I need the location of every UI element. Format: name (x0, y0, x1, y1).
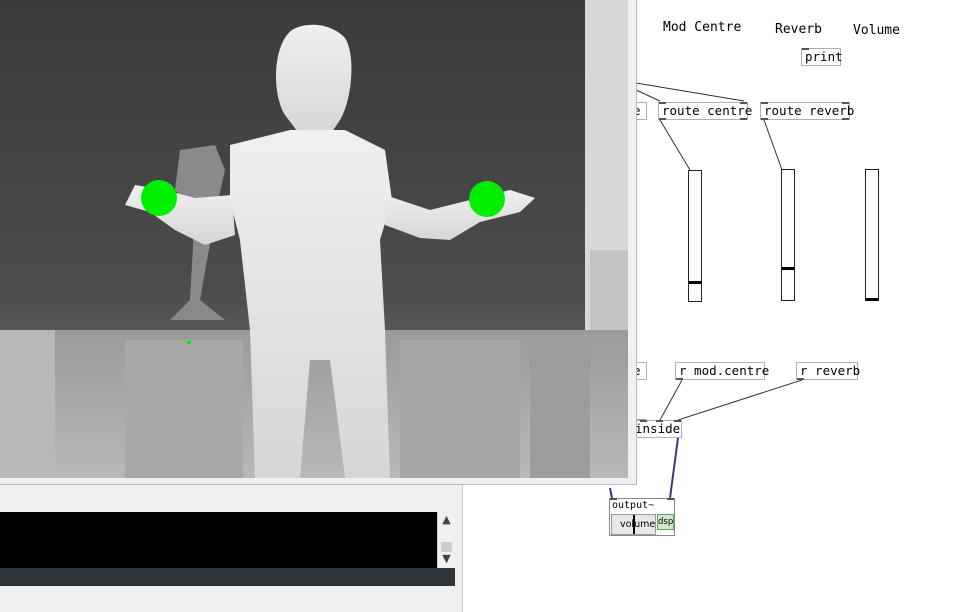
inside-inlet-1 (640, 420, 647, 422)
receive-mod-centre-outlet (676, 378, 683, 380)
mod-centre-slider[interactable] (688, 170, 702, 302)
print-inlet (802, 48, 809, 50)
console-status-bar (0, 568, 455, 586)
output-module-title: output~ (612, 500, 655, 511)
volume-label: Volume (853, 23, 900, 38)
receive-mod-centre-object[interactable]: r mod.centre (675, 362, 769, 380)
route-reverb-text: route reverb (764, 103, 855, 118)
receive-mod-centre-text: r mod.centre (679, 363, 770, 378)
output-inlet-right (667, 498, 674, 500)
route-reverb-object[interactable]: route reverb (760, 102, 854, 120)
dsp-toggle-button[interactable]: dsp (657, 514, 674, 530)
left-hand-tracking-marker (141, 180, 177, 216)
route-reverb-outlet-right (842, 118, 849, 120)
scroll-down-icon[interactable]: ▼ (438, 552, 455, 565)
output-volume-control[interactable]: volume (611, 514, 656, 535)
route-centre-inlet-left (659, 102, 666, 104)
route-reverb-inlet-left (761, 102, 768, 104)
route-centre-inlet-right (740, 102, 747, 104)
route-reverb-inlet-right (842, 102, 849, 104)
output-volume-label: volume (620, 519, 656, 530)
console-scrollbar[interactable]: ▲ ▼ (437, 512, 455, 568)
reverb-label: Reverb (775, 22, 822, 37)
output-module[interactable]: output~ volume dsp (609, 498, 675, 536)
mod-centre-slider-knob[interactable] (689, 281, 701, 284)
dsp-toggle-label: dsp (658, 517, 674, 527)
scroll-up-icon[interactable]: ▲ (438, 513, 455, 526)
volume-slider-knob[interactable] (866, 298, 878, 301)
receive-reverb-object[interactable]: r reverb (796, 362, 861, 380)
inside-inlet-2 (656, 420, 663, 422)
receive-reverb-text: r reverb (800, 363, 861, 378)
volume-slider[interactable] (865, 169, 879, 301)
print-object[interactable]: print (801, 48, 843, 66)
reverb-slider[interactable] (781, 169, 795, 301)
reverb-slider-knob[interactable] (782, 267, 794, 270)
depth-camera-image (0, 0, 628, 478)
route-centre-text: route centre (662, 103, 753, 118)
right-hand-tracking-marker (469, 181, 505, 217)
route-centre-object[interactable]: route centre (658, 102, 752, 120)
print-object-text: print (805, 49, 843, 64)
console-window: ▲ ▼ (0, 484, 463, 612)
console-output-area[interactable] (0, 512, 437, 568)
route-centre-outlet-right (740, 118, 747, 120)
inside-object[interactable]: inside (632, 420, 682, 438)
inside-inlet-3 (674, 420, 681, 422)
route-reverb-outlet-left (761, 118, 768, 120)
console-scroll-thumb[interactable] (441, 542, 452, 552)
receive-reverb-outlet (797, 378, 804, 380)
mod-centre-label: Mod Centre (663, 20, 742, 35)
depth-image-window (0, 0, 637, 485)
route-centre-outlet-left (659, 118, 666, 120)
inside-object-text: inside (635, 421, 681, 436)
